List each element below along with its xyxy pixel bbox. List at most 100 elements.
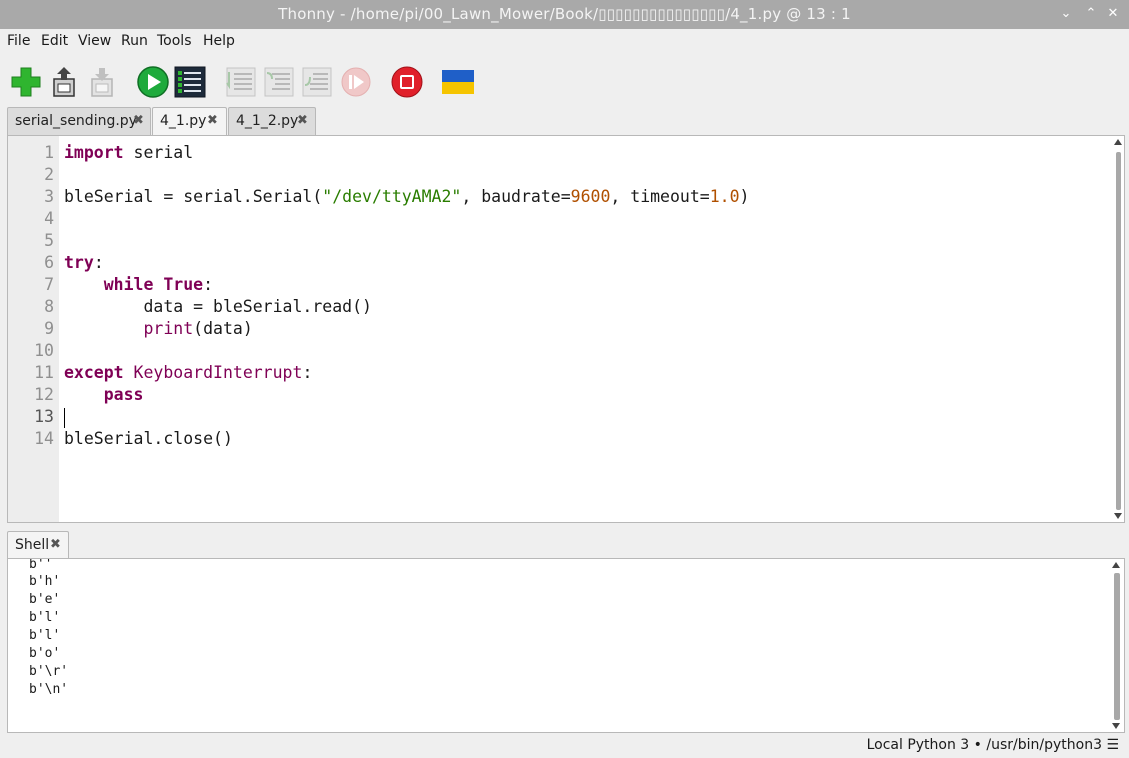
editor-tabs: serial_sending.py ✖ 4_1.py ✖ 4_1_2.py ✖: [0, 107, 1129, 136]
menu-help[interactable]: Help: [203, 33, 235, 49]
menu-run[interactable]: Run: [121, 33, 148, 49]
menu-view[interactable]: View: [78, 33, 111, 49]
shell-output-line: b'l': [29, 610, 61, 625]
play-icon: [137, 66, 169, 98]
save-file-button[interactable]: [85, 65, 119, 99]
line-number: 3: [44, 187, 54, 206]
debug-icon: [174, 66, 206, 98]
scrollbar-thumb[interactable]: [1116, 152, 1121, 510]
shell-output-line: b'\r': [29, 664, 69, 679]
line-number: 2: [44, 165, 54, 184]
close-window-button[interactable]: ✕: [1102, 4, 1124, 24]
shell-panel[interactable]: b'' b'h' b'e' b'l' b'l' b'o' b'\r' b'\n': [7, 558, 1125, 733]
shell-output-line: b'': [29, 558, 53, 572]
line-number-current: 13: [34, 407, 54, 426]
text-cursor: [64, 408, 65, 428]
code-text: , timeout=: [610, 187, 710, 206]
new-file-button[interactable]: [9, 65, 43, 99]
code-line-8: data = bleSerial.read(): [64, 297, 372, 316]
tab-4-1[interactable]: 4_1.py ✖: [152, 107, 227, 136]
code-line-3: bleSerial = serial.Serial("/dev/ttyAMA2"…: [64, 186, 749, 208]
ukraine-button[interactable]: [441, 65, 475, 99]
save-icon: [91, 68, 113, 97]
close-tab-icon[interactable]: ✖: [50, 537, 61, 552]
menu-file[interactable]: File: [7, 33, 30, 49]
keyword: while: [103, 275, 154, 294]
resume-button[interactable]: [339, 65, 373, 99]
line-number: 11: [34, 363, 54, 382]
keyword: except: [64, 363, 124, 382]
toolbar: [0, 53, 1129, 105]
line-number: 12: [34, 385, 54, 404]
open-file-button[interactable]: [47, 65, 81, 99]
code-line-7: while True:: [64, 274, 213, 296]
menu-bar: File Edit View Run Tools Help: [0, 29, 1129, 53]
line-number-gutter: 1 2 3 4 5 6 7 8 9 10 11 12 13 14: [8, 136, 59, 522]
shell-output-line: b'e': [29, 592, 61, 607]
step-out-icon: [302, 67, 332, 97]
editor-scrollbar[interactable]: [1112, 136, 1124, 522]
close-tab-icon[interactable]: ✖: [133, 113, 144, 128]
step-over-button[interactable]: [224, 65, 258, 99]
menu-icon[interactable]: ☰: [1106, 737, 1119, 753]
menu-tools[interactable]: Tools: [157, 33, 192, 49]
code-text: ): [739, 187, 750, 206]
line-number: 9: [44, 319, 54, 338]
shell-output-line: b'l': [29, 628, 61, 643]
interpreter-label: Local Python 3 • /usr/bin/python3: [866, 737, 1102, 753]
shell-output-line: b'o': [29, 646, 61, 661]
builtin: print: [143, 319, 194, 338]
window-title: Thonny - /home/pi/00_Lawn_Mower/Book/▯▯▯…: [278, 5, 851, 23]
tab-label: 4_1_2.py: [236, 113, 299, 129]
maximize-button[interactable]: ⌃: [1080, 4, 1102, 24]
debug-button[interactable]: [173, 65, 207, 99]
step-over-icon: [226, 67, 256, 97]
step-out-button[interactable]: [300, 65, 334, 99]
code-text: serial: [123, 143, 194, 162]
code-text: , baudrate=: [461, 187, 571, 206]
scroll-down-icon[interactable]: [1114, 513, 1122, 519]
minimize-button[interactable]: ⌄: [1055, 4, 1077, 24]
stop-button[interactable]: [390, 65, 424, 99]
shell-output-line: b'h': [29, 574, 61, 589]
tab-shell[interactable]: Shell ✖: [7, 531, 69, 560]
code-editor[interactable]: 1 2 3 4 5 6 7 8 9 10 11 12 13 14 import …: [7, 135, 1125, 523]
scroll-up-icon[interactable]: [1112, 562, 1120, 568]
keyword: try: [64, 253, 94, 272]
line-number: 1: [44, 143, 54, 162]
step-into-button[interactable]: [262, 65, 296, 99]
code-text: :: [203, 275, 214, 294]
code-text: :: [302, 363, 313, 382]
line-number: 5: [44, 231, 54, 250]
number-literal: 9600: [570, 187, 611, 206]
run-button[interactable]: [136, 65, 170, 99]
code-text: (data): [193, 319, 253, 338]
keyword: pass: [103, 385, 144, 404]
tab-4-1-2[interactable]: 4_1_2.py ✖: [228, 107, 316, 135]
number-literal: 1.0: [709, 187, 740, 206]
shell-output-line: b'\n': [29, 682, 69, 697]
shell-scrollbar[interactable]: [1110, 559, 1124, 732]
line-number: 7: [44, 275, 54, 294]
close-tab-icon[interactable]: ✖: [207, 113, 218, 128]
scroll-down-icon[interactable]: [1112, 723, 1120, 729]
scrollbar-thumb[interactable]: [1114, 573, 1120, 720]
line-number: 10: [34, 341, 54, 360]
plus-icon: [11, 67, 41, 97]
line-number: 6: [44, 253, 54, 272]
scroll-up-icon[interactable]: [1114, 139, 1122, 145]
tab-label: serial_sending.py: [15, 113, 137, 129]
interpreter-status[interactable]: Local Python 3 • /usr/bin/python3 ☰: [867, 737, 1119, 753]
code-line-12: pass: [64, 384, 144, 406]
code-line-14: bleSerial.close(): [64, 429, 233, 448]
close-tab-icon[interactable]: ✖: [297, 113, 308, 128]
code-line-1: import serial: [64, 142, 193, 164]
tab-label: 4_1.py: [160, 113, 207, 129]
menu-edit[interactable]: Edit: [41, 33, 68, 49]
code-line-9: print(data): [64, 318, 253, 340]
builtin: KeyboardInterrupt: [133, 363, 303, 382]
tab-serial-sending[interactable]: serial_sending.py ✖: [7, 107, 151, 135]
